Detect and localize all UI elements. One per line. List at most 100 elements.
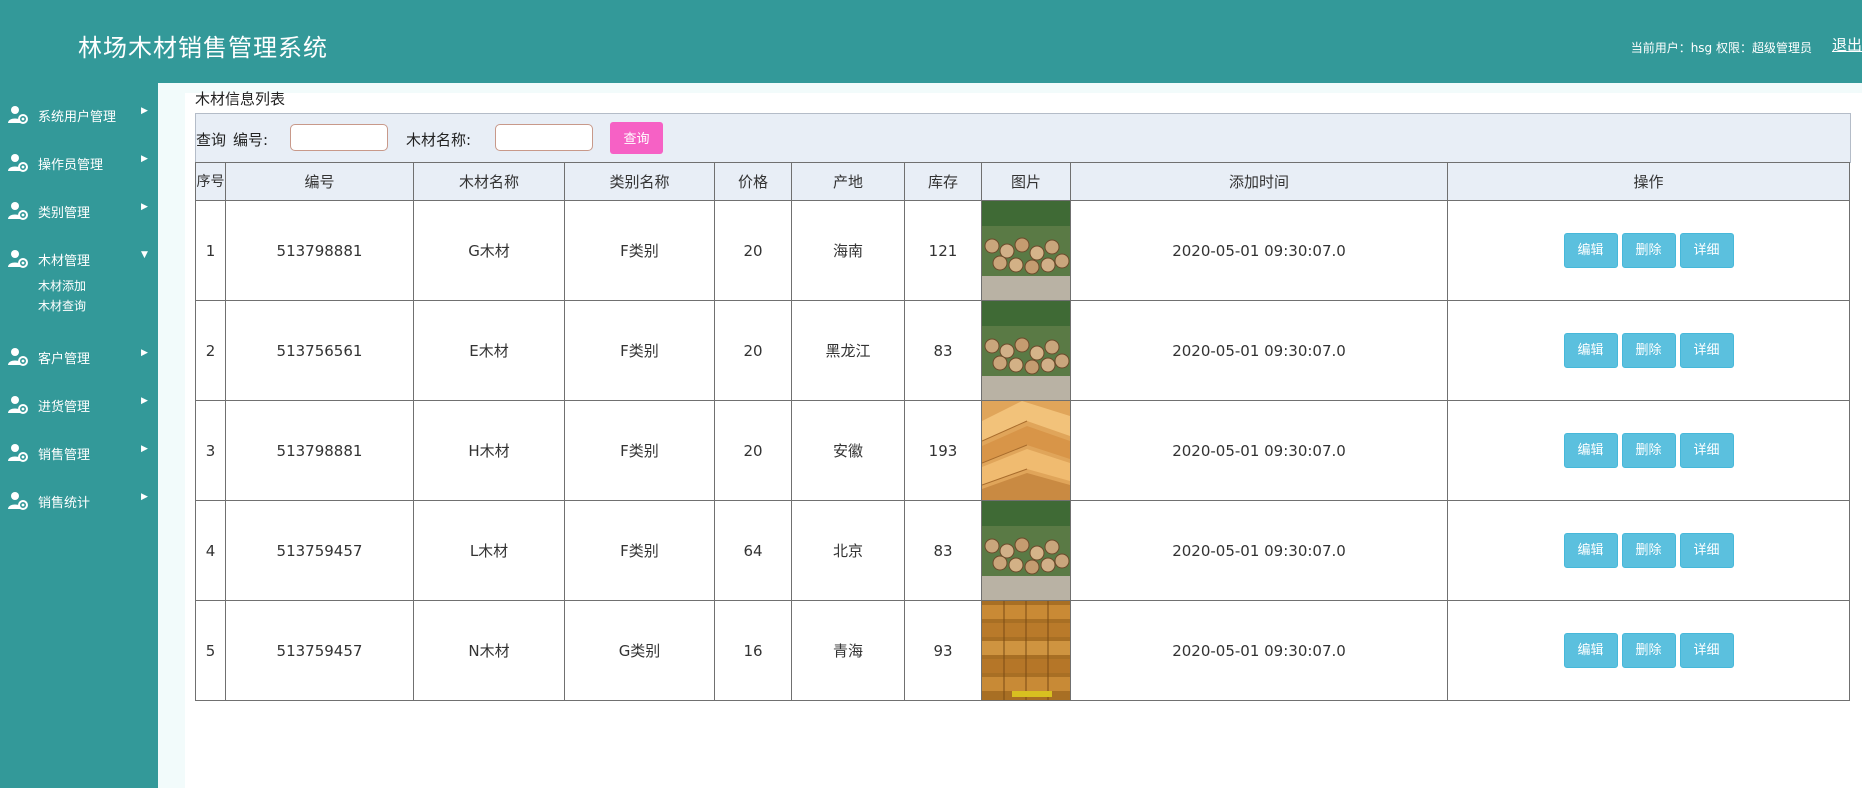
query-button[interactable]: 查询	[610, 122, 663, 154]
sidebar-item-timber[interactable]: 木材管理 ▼	[0, 243, 158, 273]
edit-button[interactable]: 编辑	[1563, 633, 1618, 668]
table-row: 3 513798881 H木材 F类别 20 安徽 193 2020-05-01…	[195, 400, 1850, 501]
cell-name: E木材	[413, 300, 565, 401]
cell-code: 513759457	[225, 600, 414, 701]
sidebar-item-sales[interactable]: 销售管理 ▶	[0, 437, 158, 467]
table-row: 4 513759457 L木材 F类别 64 北京 83 2020-05-01 …	[195, 500, 1850, 601]
column-header-seq: 序号	[195, 162, 226, 201]
cell-origin: 安徽	[791, 400, 905, 501]
cell-image	[981, 500, 1071, 601]
edit-button[interactable]: 编辑	[1563, 233, 1618, 268]
current-user-info: 当前用户：hsg 权限：超级管理员	[1630, 41, 1812, 55]
user-gear-icon	[8, 444, 28, 462]
timber-name-label: 木材名称:	[406, 131, 472, 149]
code-label: 编号:	[233, 131, 269, 149]
delete-button[interactable]: 删除	[1621, 533, 1676, 568]
sidebar-item-operators[interactable]: 操作员管理 ▶	[0, 147, 158, 177]
cell-origin: 青海	[791, 600, 905, 701]
cell-code: 513798881	[225, 400, 414, 501]
cell-category: F类别	[564, 300, 715, 401]
cell-actions: 编辑 删除 详细	[1447, 400, 1850, 501]
table-row: 1 513798881 G木材 F类别 20 海南 121 2020-05-01…	[195, 200, 1850, 301]
delete-button[interactable]: 删除	[1621, 233, 1676, 268]
cell-actions: 编辑 删除 详细	[1447, 300, 1850, 401]
cell-seq: 3	[195, 400, 226, 501]
cell-time: 2020-05-01 09:30:07.0	[1070, 600, 1448, 701]
edit-button[interactable]: 编辑	[1563, 433, 1618, 468]
cell-code: 513798881	[225, 200, 414, 301]
code-input[interactable]	[290, 124, 388, 151]
query-prefix-label: 查询	[196, 131, 227, 149]
cell-name: N木材	[413, 600, 565, 701]
cell-origin: 黑龙江	[791, 300, 905, 401]
column-header-time: 添加时间	[1070, 162, 1448, 201]
sidebar-item-customers[interactable]: 客户管理 ▶	[0, 341, 158, 371]
chevron-right-icon: ▶	[141, 492, 148, 502]
cell-stock: 83	[904, 300, 982, 401]
cell-category: G类别	[564, 600, 715, 701]
chevron-right-icon: ▶	[141, 348, 148, 358]
cell-image	[981, 400, 1071, 501]
table-row: 5 513759457 N木材 G类别 16 青海 93 2020-05-01 …	[195, 600, 1850, 701]
cell-stock: 83	[904, 500, 982, 601]
chevron-right-icon: ▶	[141, 444, 148, 454]
sidebar-item-purchasing[interactable]: 进货管理 ▶	[0, 389, 158, 419]
top-header: 林场木材销售管理系统 当前用户：hsg 权限：超级管理员 退出	[0, 0, 1862, 83]
user-gear-icon	[8, 492, 28, 510]
timber-name-input[interactable]	[495, 124, 593, 151]
cell-code: 513759457	[225, 500, 414, 601]
column-header-category: 类别名称	[564, 162, 715, 201]
sidebar-item-sales-stats[interactable]: 销售统计 ▶	[0, 485, 158, 515]
detail-button[interactable]: 详细	[1679, 433, 1734, 468]
sidebar-item-label: 客户管理	[38, 352, 91, 367]
sidebar-item-label: 销售管理	[38, 448, 91, 463]
delete-button[interactable]: 删除	[1621, 633, 1676, 668]
sidebar: 系统用户管理 ▶ 操作员管理 ▶ 类别管理 ▶ 木材管理 ▼ 木材添加 木材查询…	[0, 83, 158, 788]
log-pile-thumbnail	[982, 301, 1070, 400]
detail-button[interactable]: 详细	[1679, 633, 1734, 668]
submenu-timber-query[interactable]: 木材查询	[38, 297, 86, 314]
column-header-origin: 产地	[791, 162, 905, 201]
sidebar-item-label: 进货管理	[38, 400, 91, 415]
sidebar-item-label: 销售统计	[38, 496, 91, 511]
cell-price: 64	[714, 500, 792, 601]
cell-price: 20	[714, 200, 792, 301]
log-pile-thumbnail	[982, 201, 1070, 300]
cell-category: F类别	[564, 500, 715, 601]
sidebar-item-label: 类别管理	[38, 206, 91, 221]
page-title: 木材信息列表	[195, 90, 286, 108]
edit-button[interactable]: 编辑	[1563, 333, 1618, 368]
detail-button[interactable]: 详细	[1679, 233, 1734, 268]
cell-image	[981, 600, 1071, 701]
delete-button[interactable]: 删除	[1621, 333, 1676, 368]
cell-code: 513756561	[225, 300, 414, 401]
lumber-stack-thumbnail	[982, 601, 1070, 700]
submenu-timber-add[interactable]: 木材添加	[38, 277, 86, 294]
column-header-name: 木材名称	[413, 162, 565, 201]
cell-actions: 编辑 删除 详细	[1447, 600, 1850, 701]
table-row: 2 513756561 E木材 F类别 20 黑龙江 83 2020-05-01…	[195, 300, 1850, 401]
sidebar-item-categories[interactable]: 类别管理 ▶	[0, 195, 158, 225]
column-header-actions: 操作	[1447, 162, 1850, 201]
chevron-right-icon: ▶	[141, 106, 148, 116]
content-top-strip	[158, 83, 1862, 93]
logout-link[interactable]: 退出	[1832, 34, 1862, 55]
detail-button[interactable]: 详细	[1679, 533, 1734, 568]
query-bar: 查询 编号: 木材名称: 查询	[195, 113, 1851, 163]
cell-name: L木材	[413, 500, 565, 601]
detail-button[interactable]: 详细	[1679, 333, 1734, 368]
log-pile-thumbnail	[982, 501, 1070, 600]
sidebar-item-system-users[interactable]: 系统用户管理 ▶	[0, 99, 158, 129]
cell-name: G木材	[413, 200, 565, 301]
user-gear-icon	[8, 154, 28, 172]
user-gear-icon	[8, 348, 28, 366]
table-header-row: 序号 编号 木材名称 类别名称 价格 产地 库存 图片 添加时间 操作	[195, 162, 1850, 201]
cell-time: 2020-05-01 09:30:07.0	[1070, 200, 1448, 301]
sidebar-item-label: 操作员管理	[38, 158, 104, 173]
cell-actions: 编辑 删除 详细	[1447, 500, 1850, 601]
delete-button[interactable]: 删除	[1621, 433, 1676, 468]
cell-time: 2020-05-01 09:30:07.0	[1070, 300, 1448, 401]
column-header-code: 编号	[225, 162, 414, 201]
cell-actions: 编辑 删除 详细	[1447, 200, 1850, 301]
edit-button[interactable]: 编辑	[1563, 533, 1618, 568]
